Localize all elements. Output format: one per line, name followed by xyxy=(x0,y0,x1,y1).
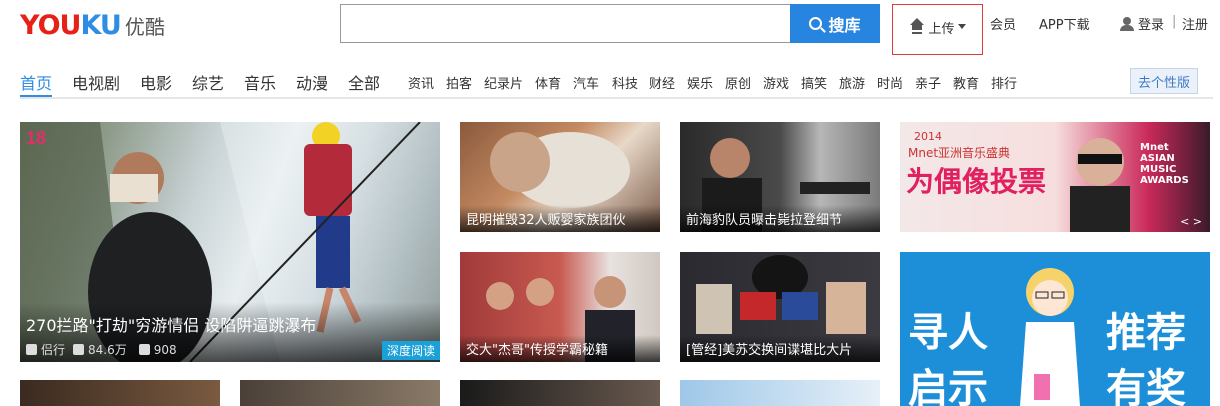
app-download-link[interactable]: APP下载 xyxy=(1039,14,1090,33)
search-button[interactable]: 搜库 xyxy=(790,4,880,43)
video-tile[interactable]: 昆明摧毁32人贩婴家族团伙 xyxy=(460,122,660,232)
header-separator: | xyxy=(1172,14,1177,29)
logo-chinese: 优酷 xyxy=(124,14,165,39)
recruit-text-2: 启示 xyxy=(908,366,988,406)
banner-nav[interactable]: < > xyxy=(1180,215,1202,228)
nav-sub-item[interactable]: 旅游 xyxy=(839,73,865,92)
search-input[interactable] xyxy=(341,5,791,42)
video-tile[interactable]: [管经]美苏交换间谍堪比大片 xyxy=(680,252,880,362)
video-caption[interactable]: [管经]美苏交换间谍堪比大片 xyxy=(680,335,880,362)
nav-variety[interactable]: 综艺 xyxy=(192,70,224,94)
recruit-text-3: 推荐 xyxy=(1106,310,1186,356)
nav-sub-item[interactable]: 科技 xyxy=(612,73,638,92)
video-tile[interactable]: 前海豹队员曝击毙拉登细节 xyxy=(680,122,880,232)
nav-sub-item[interactable]: 拍客 xyxy=(446,73,472,92)
nav-sub-item[interactable]: 纪录片 xyxy=(484,73,523,92)
recruit-banner[interactable]: 寻人 启示 推荐 有奖 xyxy=(900,252,1210,406)
logo-text: YOUKU xyxy=(20,9,122,41)
login-link[interactable]: 登录 xyxy=(1120,14,1164,33)
feature-badge[interactable]: 深度阅读 xyxy=(381,341,440,360)
nav-sub-item[interactable]: 原创 xyxy=(725,73,751,92)
youku-logo[interactable]: YOUKU 优酷 xyxy=(20,8,165,42)
nav-sub-item[interactable]: 体育 xyxy=(535,73,561,92)
upload-label: 上传 xyxy=(928,22,955,37)
search-button-label: 搜库 xyxy=(828,15,861,35)
feature-comments: 908 xyxy=(153,342,177,357)
svg-text:18: 18 xyxy=(26,128,46,148)
chevron-down-icon xyxy=(957,24,966,29)
mnet-year: 2014 xyxy=(914,130,942,143)
user-icon xyxy=(1120,17,1134,31)
nav-sub-item[interactable]: 游戏 xyxy=(763,73,789,92)
nav-sub-item[interactable]: 时尚 xyxy=(877,73,903,92)
nav-tv[interactable]: 电视剧 xyxy=(72,70,120,94)
video-caption[interactable]: 昆明摧毁32人贩婴家族团伙 xyxy=(460,205,660,232)
nav-sub-item[interactable]: 教育 xyxy=(953,73,979,92)
mnet-banner[interactable]: 2014 Mnet亚洲音乐盛典 为偶像投票 Mnet ASIAN MUSIC A… xyxy=(900,122,1210,232)
recruit-text-4: 有奖 xyxy=(1106,366,1186,406)
video-caption[interactable]: 交大"杰哥"传授学霸秘籍 xyxy=(460,335,660,362)
upload-icon xyxy=(909,18,925,32)
nav-sub-item[interactable]: 亲子 xyxy=(915,73,941,92)
nav-sub-item[interactable]: 排行 xyxy=(991,73,1017,92)
register-link[interactable]: 注册 xyxy=(1182,14,1208,33)
nav-divider xyxy=(20,97,1213,99)
login-label: 登录 xyxy=(1138,18,1165,33)
nav-home[interactable]: 首页 xyxy=(20,70,52,94)
member-link[interactable]: 会员 xyxy=(990,14,1016,33)
nav-sub-item[interactable]: 资讯 xyxy=(408,73,434,92)
recruit-text-1: 寻人 xyxy=(908,310,988,356)
nav-sub-item[interactable]: 搞笑 xyxy=(801,73,827,92)
video-tile-partial[interactable] xyxy=(240,380,440,406)
nav-sub-item[interactable]: 娱乐 xyxy=(687,73,713,92)
video-tile-partial[interactable] xyxy=(20,380,220,406)
nav-sub-item[interactable]: 财经 xyxy=(649,73,675,92)
play-count-icon xyxy=(73,344,85,355)
nav-all[interactable]: 全部 xyxy=(348,70,380,94)
feature-plays: 84.6万 xyxy=(88,343,127,357)
upload-button[interactable]: 上传 xyxy=(892,4,983,55)
nav-anime[interactable]: 动漫 xyxy=(296,70,328,94)
comment-icon xyxy=(138,344,150,355)
search-box xyxy=(340,4,791,43)
mnet-title: 为偶像投票 xyxy=(906,165,1047,198)
personal-version-button[interactable]: 去个性版 xyxy=(1130,68,1198,94)
nav-sub-item[interactable]: 汽车 xyxy=(573,73,599,92)
video-caption[interactable]: 前海豹队员曝击毙拉登细节 xyxy=(680,205,880,232)
nav-music[interactable]: 音乐 xyxy=(244,70,276,94)
mnet-logo: Mnet ASIAN MUSIC AWARDS xyxy=(1140,142,1189,186)
feature-uploader[interactable]: 侣行 xyxy=(41,341,65,358)
video-tile-partial[interactable] xyxy=(460,380,660,406)
video-tile[interactable]: 交大"杰哥"传授学霸秘籍 xyxy=(460,252,660,362)
search-icon xyxy=(809,17,823,30)
uploader-icon xyxy=(26,344,37,355)
mnet-subtitle: Mnet亚洲音乐盛典 xyxy=(908,146,1011,160)
feature-meta: 侣行 84.6万 908 xyxy=(26,341,177,358)
feature-video-tile[interactable]: 18 270拦路"打劫"穷游情侣 设陷阱逼跳瀑布 侣行 84.6万 908 深度… xyxy=(20,122,440,362)
nav-movie[interactable]: 电影 xyxy=(140,70,172,94)
video-tile-partial[interactable] xyxy=(680,380,880,406)
feature-title[interactable]: 270拦路"打劫"穷游情侣 设陷阱逼跳瀑布 xyxy=(26,312,316,336)
